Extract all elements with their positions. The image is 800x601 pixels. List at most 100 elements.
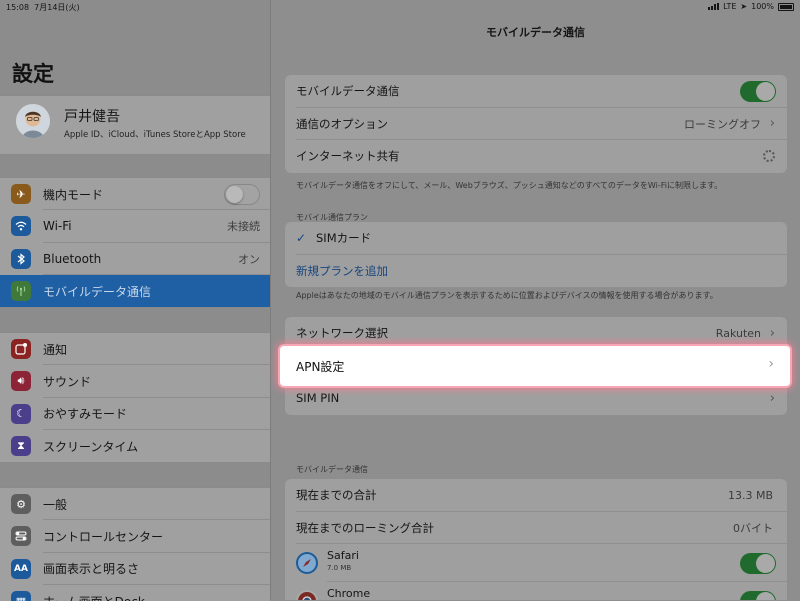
- sidebar-item-do-not-disturb[interactable]: ☾ おやすみモード: [0, 398, 270, 430]
- mobile-data-card: モバイルデータ通信 通信のオプション ローミングオフ › インターネット共有: [285, 75, 787, 173]
- sidebar-item-label: コントロールセンター: [43, 529, 164, 544]
- roaming-total-value: 0バイト: [733, 521, 773, 535]
- battery-percent: 100%: [751, 2, 774, 11]
- wifi-icon: [11, 216, 31, 237]
- sidebar-item-wifi[interactable]: Wi-Fi 未接続: [0, 210, 270, 243]
- app-name: Safari: [327, 549, 359, 562]
- mobile-data-toggle[interactable]: [740, 80, 776, 102]
- sidebar-item-label: Bluetooth: [43, 251, 102, 266]
- status-bar: 15:08 7月14日(火) LTE ➤ 100%: [0, 0, 800, 14]
- network-selection-value: Rakuten: [715, 326, 761, 340]
- sidebar-item-sound[interactable]: 🔊︎ サウンド: [0, 365, 270, 398]
- chevron-right-icon: ›: [768, 356, 774, 372]
- airplane-mode-toggle[interactable]: [224, 183, 260, 205]
- sim-card-row[interactable]: ✓ SIMカード: [285, 222, 787, 255]
- app-name: Chrome: [327, 587, 371, 600]
- sidebar-item-bluetooth[interactable]: Bluetooth オン: [0, 243, 270, 275]
- roaming-total-label: 現在までのローミング合計: [296, 520, 434, 535]
- sidebar-item-mobile-data[interactable]: モバイルデータ通信: [0, 274, 270, 308]
- sidebar-item-label: スクリーンタイム: [43, 439, 139, 454]
- safari-data-toggle[interactable]: [740, 552, 776, 574]
- apn-settings-label: APN設定: [296, 360, 345, 374]
- add-plan-link[interactable]: 新規プランを追加: [296, 263, 388, 279]
- mobile-data-panel: モバイルデータ通信 モバイルデータ通信 通信のオプション ローミングオフ › イ…: [271, 0, 800, 600]
- sidebar-item-home-dock[interactable]: ▦ ホーム画面とDock: [0, 585, 270, 601]
- app-row-safari: Safari 7.0 MB: [285, 544, 787, 582]
- chevron-right-icon: ›: [769, 390, 775, 406]
- add-plan-row[interactable]: 新規プランを追加: [285, 255, 787, 288]
- mobile-data-row: モバイルデータ通信: [285, 75, 787, 108]
- current-total-row: 現在までの合計 13.3 MB: [285, 479, 787, 512]
- sidebar-item-display-brightness[interactable]: AA 画面表示と明るさ: [0, 553, 270, 585]
- sidebar-item-label: 機内モード: [43, 187, 104, 202]
- profile-name: 戸井健吾: [64, 109, 120, 125]
- sound-icon: 🔊︎: [11, 371, 31, 392]
- plans-card: ✓ SIMカード 新規プランを追加: [285, 222, 787, 287]
- usage-section-header: モバイルデータ通信: [296, 465, 368, 474]
- sim-pin-label: SIM PIN: [296, 391, 340, 406]
- app-data-size: 7.0 MB: [327, 564, 352, 572]
- status-time: 15:08: [6, 3, 30, 12]
- moon-icon: ☾: [11, 403, 31, 424]
- apn-settings-row[interactable]: APN設定 ›: [280, 346, 790, 386]
- avatar: [16, 104, 50, 138]
- mobile-data-footnote: モバイルデータ通信をオフにして、メール、Webブラウズ、プッシュ通知などのすべて…: [296, 181, 723, 190]
- network-selection-label: ネットワーク選択: [296, 326, 388, 341]
- personal-hotspot-row[interactable]: インターネット共有: [285, 140, 787, 173]
- bluetooth-status: オン: [238, 252, 260, 266]
- usage-card: 現在までの合計 13.3 MB 現在までのローミング合計 0バイト Safari…: [285, 479, 787, 600]
- sim-pin-row[interactable]: SIM PIN ›: [285, 382, 787, 415]
- app-row-chrome: Chrome: [285, 582, 787, 600]
- chevron-right-icon: ›: [769, 116, 775, 132]
- sidebar-item-label: おやすみモード: [43, 407, 128, 422]
- roaming-total-row: 現在までのローミング合計 0バイト: [285, 512, 787, 544]
- airplane-icon: ✈: [11, 184, 31, 205]
- sidebar-item-screen-time[interactable]: ⧗ スクリーンタイム: [0, 430, 270, 462]
- checkmark-icon: ✓: [296, 231, 307, 246]
- antenna-icon: [11, 281, 31, 302]
- sidebar-item-label: モバイルデータ通信: [43, 284, 152, 299]
- sidebar-title: 設定: [12, 62, 54, 86]
- chrome-data-toggle[interactable]: [740, 590, 776, 600]
- plans-footnote: Appleはあなたの地域のモバイル通信プランを表示するために位置およびデバイスの…: [296, 291, 718, 300]
- status-date: 7月14日(火): [34, 3, 80, 12]
- settings-sidebar: 設定 戸井健吾 Apple ID、iCloud、iTunes StoreとApp…: [0, 0, 271, 601]
- switches-icon: [11, 526, 31, 547]
- current-total-value: 13.3 MB: [727, 488, 773, 502]
- personal-hotspot-label: インターネット共有: [296, 149, 400, 164]
- signal-icon: [708, 3, 720, 10]
- network-type: LTE: [723, 2, 737, 11]
- sidebar-item-control-center[interactable]: コントロールセンター: [0, 520, 270, 553]
- sidebar-item-label: 通知: [43, 342, 68, 357]
- status-right: LTE ➤ 100%: [708, 2, 794, 11]
- sidebar-item-airplane[interactable]: ✈ 機内モード: [0, 178, 270, 211]
- wifi-status: 未接続: [227, 220, 260, 234]
- chevron-right-icon: ›: [769, 325, 775, 341]
- notification-icon: [11, 339, 31, 360]
- current-total-label: 現在までの合計: [296, 488, 377, 503]
- data-options-row[interactable]: 通信のオプション ローミングオフ ›: [285, 108, 787, 140]
- data-options-value: ローミングオフ: [684, 117, 761, 131]
- sim-card-label: SIMカード: [316, 231, 372, 246]
- sidebar-group-notifications: 通知 🔊︎ サウンド ☾ おやすみモード ⧗ スクリーンタイム: [0, 332, 270, 464]
- page-title: モバイルデータ通信: [486, 26, 585, 39]
- sidebar-item-label: 一般: [43, 497, 68, 512]
- sidebar-item-label: 画面表示と明るさ: [43, 562, 140, 577]
- location-icon: ➤: [740, 2, 748, 11]
- sidebar-item-general[interactable]: ⚙ 一般: [0, 488, 270, 521]
- sidebar-item-notifications[interactable]: 通知: [0, 333, 270, 366]
- profile-subtitle: Apple ID、iCloud、iTunes StoreとApp Store: [64, 130, 246, 140]
- safari-icon: [296, 552, 318, 574]
- status-time-date: 15:08 7月14日(火): [6, 2, 80, 13]
- sidebar-group-connectivity: ✈ 機内モード Wi-Fi 未接続 Bluetooth オン モバイルデータ通信: [0, 177, 270, 309]
- mobile-data-label: モバイルデータ通信: [296, 84, 400, 99]
- hourglass-icon: ⧗: [11, 436, 31, 457]
- sidebar-item-label: サウンド: [43, 374, 92, 389]
- text-size-icon: AA: [11, 558, 31, 579]
- chrome-icon: [296, 590, 318, 600]
- apple-id-profile[interactable]: 戸井健吾 Apple ID、iCloud、iTunes StoreとApp St…: [0, 95, 270, 155]
- bluetooth-icon: [11, 248, 31, 269]
- data-options-label: 通信のオプション: [296, 116, 388, 131]
- network-selection-row[interactable]: ネットワーク選択 Rakuten ›: [285, 317, 787, 350]
- sidebar-item-label: Wi-Fi: [43, 219, 72, 234]
